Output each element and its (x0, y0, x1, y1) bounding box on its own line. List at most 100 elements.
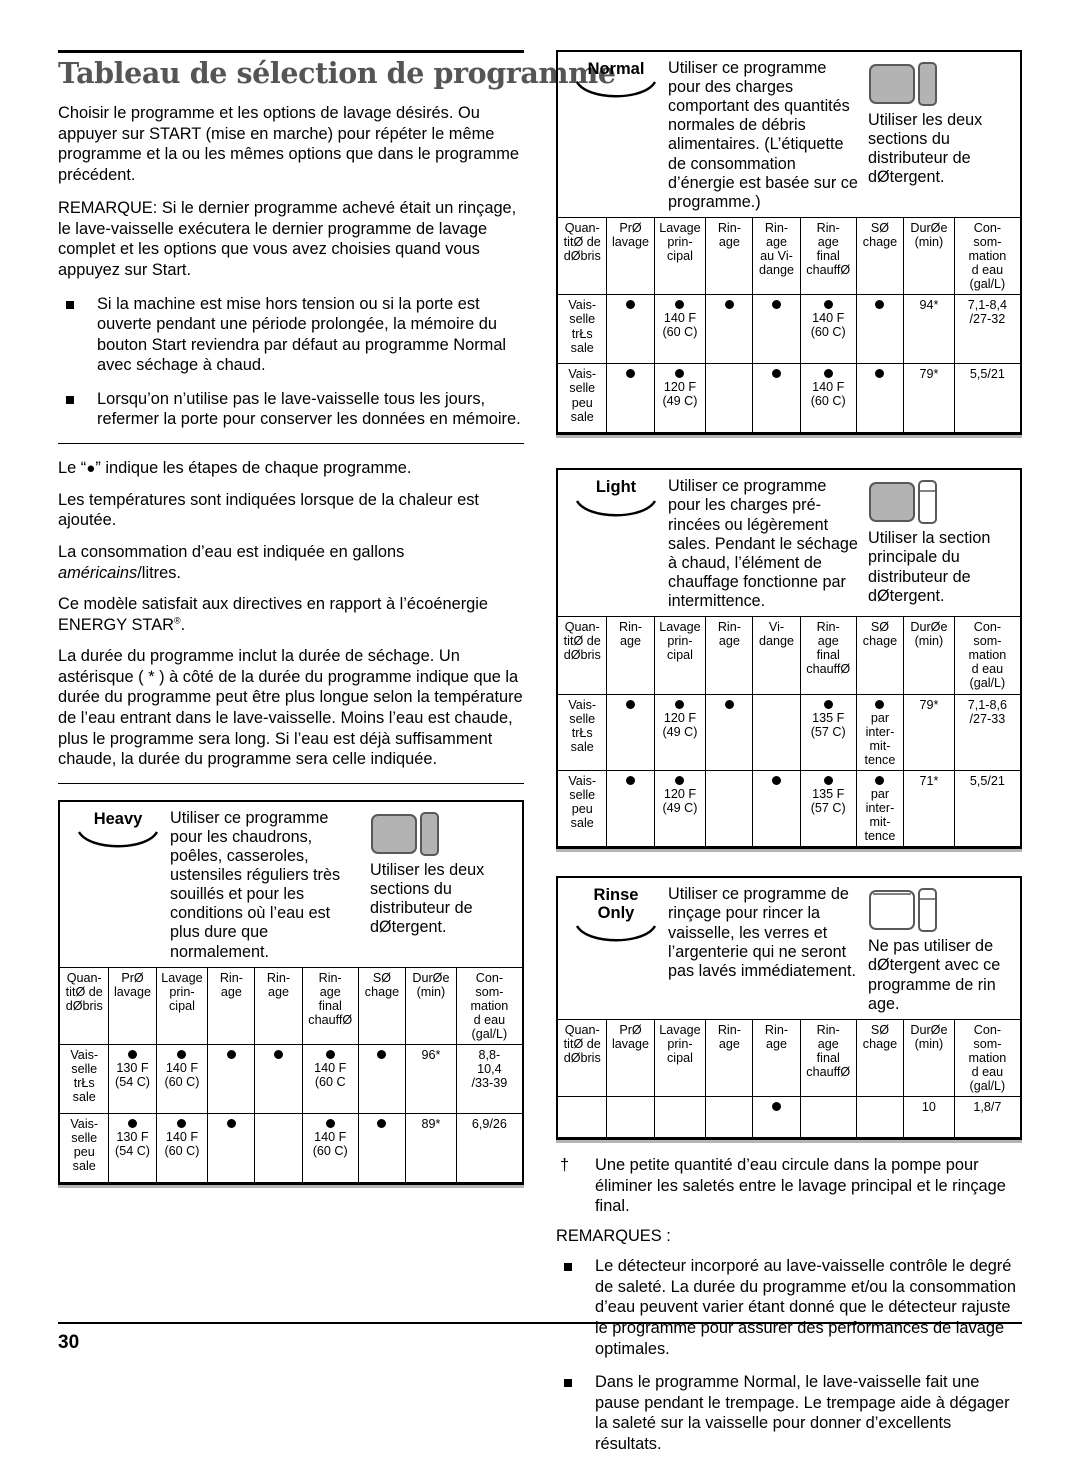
text-line: inter- (865, 801, 895, 816)
dispenser-instruction-normal: Utiliser les deux sections du distribute… (868, 111, 983, 187)
step-dot-icon (128, 1050, 138, 1060)
program-name-rinse-line1: Rinse (593, 886, 639, 905)
text-line: mation (968, 1050, 1007, 1065)
legend-line-4: Ce modèle satisfait aux directives en ra… (58, 594, 524, 635)
text-line: mation (968, 648, 1007, 663)
table-cell (799, 1096, 857, 1139)
table-cell: 8,8- 10,4/33-39 (455, 1044, 522, 1115)
step-dot-icon (626, 699, 636, 709)
text-line: /27-32 (969, 312, 1006, 327)
program-header-rinse-only: Rinse Only Utiliser ce programme de rinç… (558, 878, 1020, 1018)
step-dot-icon (177, 1050, 187, 1060)
column-header: PrØ lavage (606, 216, 655, 296)
column-header: DurØe (min) (405, 966, 457, 1046)
remarques-label: REMARQUES : (556, 1227, 671, 1246)
text-line: mit- (869, 815, 891, 830)
text-line: lavage (611, 1036, 650, 1051)
program-name-light: Light (595, 478, 637, 497)
text-line: 140 F (812, 311, 845, 326)
step-dot-icon (273, 1050, 283, 1060)
legend-divider (58, 443, 524, 445)
table-cell (606, 294, 655, 365)
table-cell: 94* (903, 294, 955, 365)
program-header-light: Light Utiliser ce programme pour les cha… (558, 470, 1020, 616)
program-description-rinse-only: Utiliser ce programme de rinçage pour ri… (668, 885, 857, 980)
title-top-rule (58, 50, 524, 53)
step-dot-icon (377, 1050, 387, 1060)
text-line: selle (569, 312, 596, 327)
text-line: 10 (921, 1100, 936, 1115)
text-line: 79* (919, 367, 939, 382)
table-cell: 120 F (49 C) (653, 693, 707, 771)
dagger-footnote: † Une petite quantité d’eau circule dans… (556, 1155, 1022, 1216)
text-line: 96* (421, 1048, 441, 1063)
text-line: sale (72, 1090, 96, 1105)
intro-bullet-list: Si la machine est mise hors tension ou s… (58, 294, 524, 430)
text-line: selle (569, 381, 596, 396)
program-badge-light: Light (564, 477, 668, 519)
text-line: Rin- (219, 970, 243, 985)
text-line: chauffØ (806, 263, 851, 278)
table-cell: 10 (903, 1096, 955, 1139)
heavy-block-shadow-rule (58, 1185, 524, 1189)
text-line: tence (864, 829, 896, 844)
text-line: som- (973, 234, 1002, 249)
table-cell: 130 F (54 C) (108, 1044, 157, 1115)
table-cell: 140 F (60 C) (799, 294, 857, 365)
table-cell: 140 F (60 C) (155, 1044, 209, 1115)
cycle-table-normal: Quan-titØ de dØbris PrØ lavage Lavage prin-… (558, 216, 1020, 434)
text-line: trŁs (571, 725, 593, 740)
text-line: dange (758, 263, 794, 278)
text-line: Rin- (816, 620, 840, 635)
step-dot-icon (823, 699, 833, 709)
text-line: 135 F (812, 786, 845, 801)
column-header: SØ chage (855, 216, 905, 296)
step-dot-icon (771, 1102, 781, 1112)
text-line: selle (71, 1131, 98, 1146)
table-cell: 1,8/7 (953, 1096, 1020, 1139)
dispenser-instruction-rinse-only: Ne pas utiliser de dØtergent avec ce pro… (868, 937, 1001, 1013)
legend-water-suffix: /litres. (137, 563, 181, 582)
text-line: 140 F (314, 1130, 347, 1145)
text-line: par (870, 786, 890, 801)
table-cell: 140 F (60 C) (799, 363, 857, 434)
column-header: Rin-age final chauffØ (799, 216, 857, 296)
text-line: Lavage (659, 620, 701, 635)
text-line: 140 F (812, 380, 845, 395)
program-description-normal: Utiliser ce programme pour des charges c… (668, 59, 858, 211)
text-line: Rin- (717, 1022, 741, 1037)
table-row: Vais-selle trŁs sale 130 F (54 C) 140 F (60 C)… (60, 1044, 522, 1115)
row-label: Vais-selle trŁs sale (558, 693, 608, 771)
text-line: 79* (919, 697, 939, 712)
step-dot-icon (771, 775, 781, 785)
text-line: Lavage (659, 1022, 701, 1037)
step-dot-icon (823, 300, 833, 310)
table-cell: 71* (903, 769, 955, 848)
text-line: au Vi- (760, 249, 793, 264)
table-cell (606, 363, 655, 434)
table-cell (653, 1096, 707, 1139)
table-cell (207, 1044, 256, 1115)
smile-arc-icon (575, 81, 657, 98)
table-cell: par inter-mit-tence (855, 769, 905, 848)
text-line: sale (570, 340, 594, 355)
text-line: Quan- (564, 620, 600, 635)
text-line: chage (364, 984, 400, 999)
column-header: Lavage prin-cipal (653, 616, 707, 695)
text-line: 8,8- (478, 1048, 501, 1063)
table-cell: 89* (405, 1113, 457, 1184)
text-line: Rin- (764, 1022, 789, 1037)
text-line: d eau (971, 1065, 1004, 1080)
text-line: mation (470, 998, 509, 1013)
text-line: selle (569, 788, 596, 803)
table-cell: 5,5/21 (953, 769, 1020, 848)
text-line: sale (570, 816, 594, 831)
text-line: (60 C) (164, 1075, 200, 1090)
text-line: peu (73, 1145, 95, 1160)
row-label (558, 1096, 608, 1139)
text-line: trŁs (571, 326, 593, 341)
step-dot-icon (226, 1119, 236, 1129)
legend-water-prefix: La consommation d’eau est indiquée en ga… (58, 542, 405, 561)
table-cell (855, 294, 905, 365)
column-header: Lavage prin-cipal (653, 1018, 707, 1098)
